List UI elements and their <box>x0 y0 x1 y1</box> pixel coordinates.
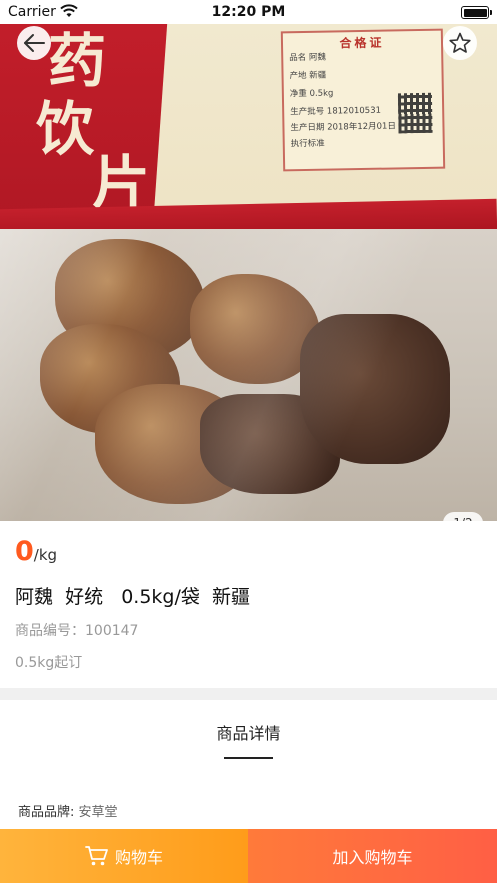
favorite-button[interactable] <box>443 26 477 60</box>
bottom-action-bar: 购物车 加入购物车 <box>0 829 497 883</box>
brand-row: 商品品牌: 安草堂 <box>18 801 118 820</box>
certificate-line: 净重 0.5kg <box>289 88 334 100</box>
image-pager: 1/2 <box>443 512 483 521</box>
product-title: 阿魏 好统 0.5kg/袋 新疆 <box>15 586 250 608</box>
certificate-line: 品名 阿魏 <box>289 52 327 64</box>
battery-level <box>463 8 487 17</box>
brand-value: 安草堂 <box>78 805 118 820</box>
certificate-line: 产地 新疆 <box>289 70 327 82</box>
brand-label: 商品品牌: <box>18 805 79 820</box>
bag-character: 饮 <box>36 95 95 163</box>
tab-underline <box>224 757 273 759</box>
price-unit: /kg <box>33 546 58 564</box>
add-to-cart-button[interactable]: 加入购物车 <box>248 829 497 883</box>
section-divider <box>0 688 497 700</box>
star-outline-icon <box>449 32 471 53</box>
back-button[interactable] <box>17 26 51 60</box>
minimum-order: 0.5kg起订 <box>15 655 83 671</box>
certificate-line: 生产批号 1812010531 <box>290 105 382 118</box>
status-bar: Carrier 12:20 PM <box>0 0 497 24</box>
shopping-cart-icon <box>85 846 108 866</box>
cart-button-label: 购物车 <box>114 848 163 867</box>
certificate-line: 生产日期 2018年12月01日 <box>290 121 397 134</box>
price-value: 0 <box>15 536 34 567</box>
back-arrow-icon <box>24 34 45 52</box>
certificate-title: 合格证 <box>339 35 385 51</box>
certificate-line: 执行标准 <box>290 138 325 150</box>
battery-icon <box>461 6 492 19</box>
plastic-gloss <box>0 229 497 521</box>
qr-code-icon <box>397 92 433 134</box>
cart-button[interactable]: 购物车 <box>0 829 248 883</box>
clock: 12:20 PM <box>211 4 286 20</box>
tab-product-details[interactable]: 商品详情 <box>0 720 497 744</box>
certificate-label: 合格证 品名 阿魏 产地 新疆 净重 0.5kg 生产批号 1812010531… <box>280 28 446 172</box>
product-image-gallery[interactable]: 药 饮 片 合格证 品名 阿魏 产地 新疆 净重 0.5kg 生产批号 1812… <box>0 24 497 521</box>
product-code: 商品编号：100147 <box>15 623 139 639</box>
add-to-cart-label: 加入购物车 <box>332 848 413 867</box>
price: 0/kg <box>15 536 58 567</box>
